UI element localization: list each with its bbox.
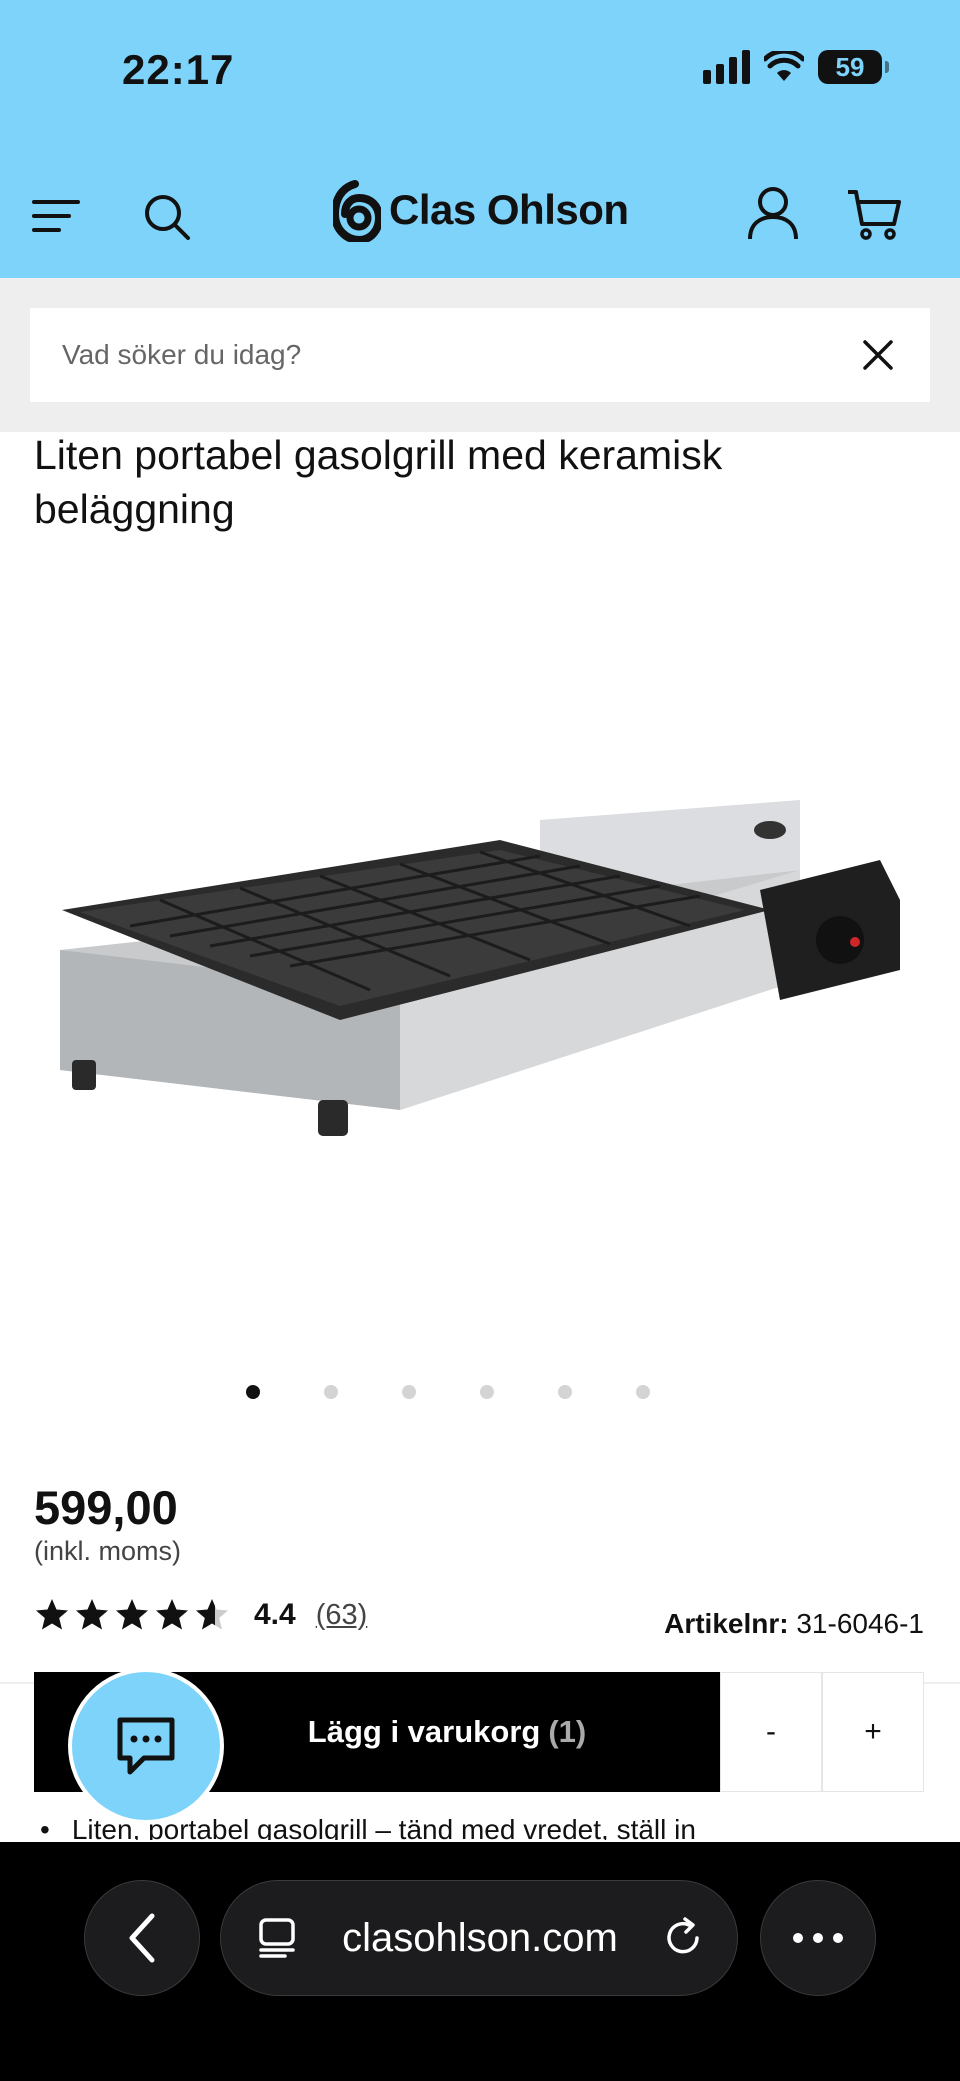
back-button[interactable]	[84, 1880, 200, 1996]
carousel-dot[interactable]	[636, 1385, 650, 1399]
image-carousel-dots	[246, 1385, 650, 1399]
search-box	[30, 308, 930, 402]
article-number: Artikelnr: 31-6046-1	[664, 1608, 924, 1640]
search-input[interactable]	[62, 339, 858, 371]
cart-icon[interactable]	[840, 184, 908, 246]
app-header: 22:17 59 Clas Ohlson	[0, 0, 960, 278]
url-text: clasohlson.com	[342, 1915, 618, 1960]
clas-ohlson-logo-icon	[333, 180, 381, 242]
article-label: Artikelnr:	[664, 1608, 789, 1639]
rating-value: 4.4	[254, 1598, 296, 1631]
carousel-dot[interactable]	[402, 1385, 416, 1399]
carousel-dot[interactable]	[246, 1385, 260, 1399]
wifi-icon	[764, 51, 804, 81]
cellular-signal-icon	[703, 50, 750, 84]
more-button[interactable]	[760, 1880, 876, 1996]
chat-button[interactable]	[72, 1672, 220, 1820]
chat-icon	[117, 1717, 175, 1775]
star-rating-icon	[34, 1597, 234, 1633]
status-time: 22:17	[122, 46, 235, 93]
reload-icon[interactable]	[661, 1916, 705, 1960]
chevron-left-icon	[129, 1913, 155, 1963]
brand-logo[interactable]: Clas Ohlson	[333, 178, 629, 242]
cart-quantity: (1)	[548, 1714, 587, 1749]
rating-row: 4.4 (63)	[34, 1597, 367, 1633]
carousel-dot[interactable]	[480, 1385, 494, 1399]
battery-icon: 59	[818, 50, 889, 84]
decrease-quantity-button[interactable]: -	[720, 1672, 822, 1792]
carousel-dot[interactable]	[558, 1385, 572, 1399]
product-title: Liten portabel gasolgrill med keramisk b…	[34, 432, 723, 532]
nav-row: Clas Ohlson	[0, 176, 960, 256]
browser-toolbar: clasohlson.com	[0, 1842, 960, 2081]
search-area	[0, 278, 960, 432]
carousel-dot[interactable]	[324, 1385, 338, 1399]
status-icons: 59	[703, 50, 889, 84]
product-bullet: Liten, portabel gasolgrill – tänd med vr…	[40, 1812, 920, 1840]
address-bar[interactable]: clasohlson.com	[220, 1880, 738, 1996]
search-icon[interactable]	[138, 188, 196, 246]
more-icon	[793, 1933, 843, 1943]
article-value: 31-6046-1	[796, 1608, 924, 1639]
brand-name: Clas Ohlson	[389, 186, 629, 233]
product-image[interactable]	[40, 780, 920, 1220]
account-icon[interactable]	[742, 182, 804, 244]
close-icon[interactable]	[858, 335, 898, 375]
product-price: 599,00	[34, 1481, 178, 1534]
menu-icon[interactable]	[28, 190, 84, 242]
increase-quantity-button[interactable]: +	[822, 1672, 924, 1792]
add-to-cart-label: Lägg i varukorg	[307, 1714, 541, 1749]
tab-layout-icon	[259, 1918, 295, 1958]
price-note: (inkl. moms)	[34, 1536, 181, 1566]
review-count-link[interactable]: (63)	[316, 1599, 368, 1632]
